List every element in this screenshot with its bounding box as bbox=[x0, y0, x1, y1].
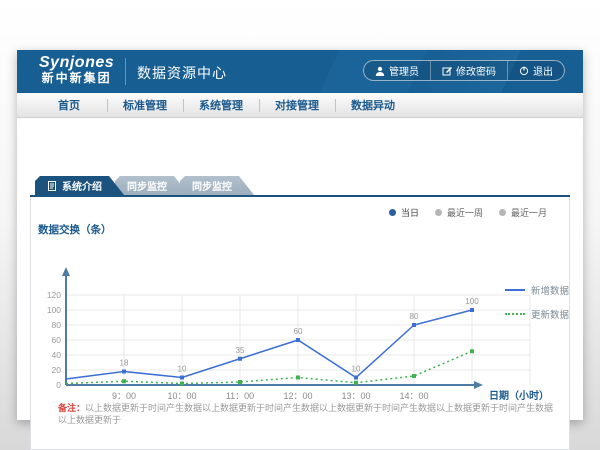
svg-text:11：00: 11：00 bbox=[226, 391, 254, 401]
svg-text:60: 60 bbox=[52, 335, 62, 345]
nav-item[interactable]: 标准管理 bbox=[107, 93, 183, 117]
svg-text:100: 100 bbox=[47, 305, 61, 315]
main-nav: 首页标准管理系统管理对接管理数据异动 bbox=[17, 93, 583, 118]
radio-label: 最近一周 bbox=[447, 206, 483, 219]
svg-text:18: 18 bbox=[120, 359, 129, 368]
tab[interactable]: 同步监控 bbox=[180, 176, 254, 195]
page-title: 数据资源中心 bbox=[137, 63, 227, 83]
svg-text:100: 100 bbox=[465, 297, 479, 306]
radio-label: 最近一月 bbox=[511, 206, 547, 219]
svg-text:9：00: 9：00 bbox=[112, 391, 136, 401]
svg-text:20: 20 bbox=[52, 365, 62, 375]
svg-text:12：00: 12：00 bbox=[283, 391, 312, 401]
footnote: 备注：以上数据更新于时间产生数据以上数据更新于时间产生数据以上数据更新于时间产生… bbox=[58, 403, 558, 426]
radio-dot-icon bbox=[499, 209, 506, 216]
svg-text:0: 0 bbox=[56, 380, 61, 390]
logo: Synjones 新中新集团 bbox=[39, 54, 114, 85]
tab[interactable]: 系统介绍 bbox=[35, 176, 124, 195]
tab-bar: 系统介绍 同步监控 同步监控 bbox=[35, 176, 254, 195]
legend-label: 更新数据 bbox=[531, 307, 569, 321]
legend-label: 新增数据 bbox=[531, 283, 569, 297]
line-chart: 0 20 40 60 80 100 120 9：00 10：00 11：00 12：00 13：00 1… bbox=[31, 236, 571, 416]
svg-text:13：00: 13：00 bbox=[341, 391, 370, 401]
footnote-prefix: 备注： bbox=[58, 403, 85, 413]
tab-label: 系统介绍 bbox=[62, 178, 102, 193]
footnote-text: 以上数据更新于时间产生数据以上数据更新于时间产生数据以上数据更新于时间产生数据以… bbox=[58, 403, 553, 425]
logo-subtitle: 新中新集团 bbox=[39, 72, 114, 85]
edit-icon bbox=[442, 66, 452, 76]
svg-text:80: 80 bbox=[410, 312, 419, 321]
tab[interactable]: 同步监控 bbox=[115, 176, 189, 195]
svg-text:40: 40 bbox=[52, 350, 62, 360]
svg-text:80: 80 bbox=[52, 320, 62, 330]
content-area: 系统介绍 同步监控 同步监控 当日 最近一周 最近一月 数据交换（条） 0 20 40 60 8… bbox=[17, 118, 583, 420]
radio-dot-icon bbox=[389, 209, 396, 216]
user-icon bbox=[375, 66, 385, 76]
button-label: 退出 bbox=[533, 63, 553, 78]
svg-text:35: 35 bbox=[236, 346, 245, 355]
chart-legend: 新增数据更新数据 bbox=[505, 283, 569, 321]
tab-label: 同步监控 bbox=[192, 178, 232, 193]
radio-label: 当日 bbox=[401, 206, 419, 219]
chart-wrap: 0204060801001209：0010：0011：0012：0013：001… bbox=[31, 236, 571, 382]
legend-line-icon bbox=[505, 289, 525, 291]
user-button[interactable]: 管理员 bbox=[364, 61, 430, 80]
time-range-option[interactable]: 最近一月 bbox=[499, 206, 547, 219]
header-divider bbox=[125, 58, 126, 85]
logout-button[interactable]: 退出 bbox=[507, 61, 564, 80]
button-label: 修改密码 bbox=[456, 63, 496, 78]
nav-item[interactable]: 数据异动 bbox=[335, 93, 411, 117]
svg-text:120: 120 bbox=[47, 290, 61, 300]
svg-text:60: 60 bbox=[294, 327, 303, 336]
tab-label: 同步监控 bbox=[127, 178, 167, 193]
document-icon bbox=[47, 181, 57, 191]
header: Synjones 新中新集团 数据资源中心 管理员 修改密码 退出 bbox=[17, 50, 583, 93]
logo-title: Synjones bbox=[39, 54, 114, 72]
edit-button[interactable]: 修改密码 bbox=[430, 61, 507, 80]
svg-text:日期（小时）: 日期（小时） bbox=[489, 389, 549, 402]
time-range-group: 当日 最近一周 最近一月 bbox=[389, 206, 547, 219]
button-label: 管理员 bbox=[389, 63, 419, 78]
time-range-option[interactable]: 最近一周 bbox=[435, 206, 483, 219]
svg-text:10: 10 bbox=[178, 365, 187, 374]
radio-dot-icon bbox=[435, 209, 442, 216]
time-range-option[interactable]: 当日 bbox=[389, 206, 419, 219]
y-axis-title: 数据交换（条） bbox=[38, 222, 112, 237]
nav-item[interactable]: 首页 bbox=[31, 93, 107, 117]
chart-panel: 当日 最近一周 最近一月 数据交换（条） 0 20 40 60 80 100 120 9：00 10… bbox=[30, 197, 570, 450]
header-actions: 管理员 修改密码 退出 bbox=[363, 60, 565, 81]
svg-text:10: 10 bbox=[352, 365, 361, 374]
legend-item[interactable]: 新增数据 bbox=[505, 283, 569, 297]
legend-item[interactable]: 更新数据 bbox=[505, 307, 569, 321]
logout-icon bbox=[519, 66, 529, 76]
nav-item[interactable]: 系统管理 bbox=[183, 93, 259, 117]
svg-text:10：00: 10：00 bbox=[167, 391, 196, 401]
app-window: Synjones 新中新集团 数据资源中心 管理员修改密码退出 首页标准管理系统… bbox=[17, 50, 583, 420]
svg-text:14：00: 14：00 bbox=[399, 391, 428, 401]
nav-item[interactable]: 对接管理 bbox=[259, 93, 335, 117]
legend-line-icon bbox=[505, 313, 525, 315]
